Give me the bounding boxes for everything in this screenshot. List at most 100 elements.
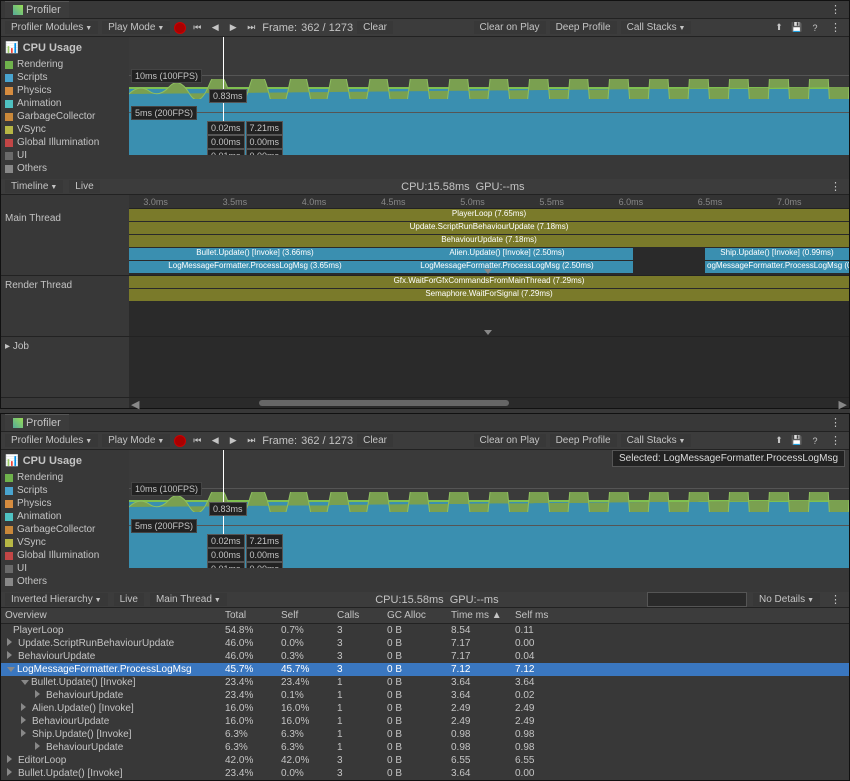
next-frame-end-icon[interactable]: ⏭ (244, 21, 258, 35)
live-button[interactable]: Live (69, 180, 99, 193)
play-mode-dropdown[interactable]: Play Mode (102, 21, 170, 34)
prev-frame-start-icon[interactable]: ⏮ (190, 21, 204, 35)
profiler-tab[interactable]: Profiler (5, 414, 69, 431)
prev-frame-icon[interactable]: ◀ (208, 21, 222, 35)
table-row[interactable]: BehaviourUpdate16.0%16.0%10 B2.492.49 (1, 715, 849, 728)
call-stacks-dropdown[interactable]: Call Stacks (621, 21, 692, 34)
toolbar-menu-icon[interactable]: ⋮ (826, 434, 845, 447)
category-item[interactable]: Animation (5, 510, 125, 523)
timeline-bar[interactable]: LogMessageFormatter.ProcessLogMsg (3.65m… (129, 261, 381, 273)
timeline-bar[interactable]: Update.ScriptRunBehaviourUpdate (7.18ms) (129, 222, 849, 234)
panel-menu-icon[interactable]: ⋮ (826, 3, 845, 16)
expand-down-icon[interactable] (7, 667, 15, 672)
save-icon[interactable]: 💾 (790, 21, 804, 35)
expand-right-icon[interactable] (7, 755, 16, 763)
help-icon[interactable]: ? (808, 21, 822, 35)
category-item[interactable]: UI (5, 562, 125, 575)
record-button[interactable] (174, 22, 186, 34)
category-item[interactable]: VSync (5, 123, 125, 136)
timeline-bar[interactable]: Semaphore.WaitForSignal (7.29ms) (129, 289, 849, 301)
table-row[interactable]: EditorLoop42.0%42.0%30 B6.556.55 (1, 754, 849, 767)
category-item[interactable]: Rendering (5, 58, 125, 71)
timeline-view-dropdown[interactable]: Timeline (5, 180, 63, 193)
deep-profile-button[interactable]: Deep Profile (550, 434, 617, 447)
main-thread-track[interactable]: PlayerLoop (7.65ms)Update.ScriptRunBehav… (129, 209, 849, 275)
timeline-bar[interactable]: Gfx.WaitForGfxCommandsFromMainThread (7.… (129, 276, 849, 288)
search-input[interactable] (647, 592, 747, 607)
category-item[interactable]: Others (5, 162, 125, 175)
timeline-ruler[interactable]: 3.0ms3.5ms4.0ms4.5ms5.0ms5.5ms6.0ms6.5ms… (129, 195, 849, 209)
table-row[interactable]: Update.ScriptRunBehaviourUpdate46.0%0.0%… (1, 637, 849, 650)
hierarchy-menu-icon[interactable]: ⋮ (826, 593, 845, 606)
live-button[interactable]: Live (114, 593, 144, 606)
column-header[interactable]: Self ms (511, 610, 575, 621)
hierarchy-view-dropdown[interactable]: Inverted Hierarchy (5, 593, 108, 606)
panel-menu-icon[interactable]: ⋮ (826, 416, 845, 429)
next-frame-icon[interactable]: ▶ (226, 21, 240, 35)
category-item[interactable]: Scripts (5, 484, 125, 497)
column-header[interactable]: Time ms ▲ (447, 610, 511, 621)
table-row[interactable]: Bullet.Update() [Invoke]23.4%0.0%30 B3.6… (1, 767, 849, 780)
expand-right-icon[interactable] (7, 638, 16, 646)
timeline-bar[interactable]: Bullet.Update() [Invoke] (3.66ms) (129, 248, 381, 260)
category-item[interactable]: Physics (5, 84, 125, 97)
category-item[interactable]: Others (5, 575, 125, 588)
load-icon[interactable]: ⬆ (772, 434, 786, 448)
expand-right-icon[interactable] (21, 716, 30, 724)
category-item[interactable]: Global Illumination (5, 136, 125, 149)
category-item[interactable]: Physics (5, 497, 125, 510)
timeline-hscrollbar[interactable]: ◀ ▶ (129, 398, 849, 408)
prev-frame-start-icon[interactable]: ⏮ (190, 434, 204, 448)
help-icon[interactable]: ? (808, 434, 822, 448)
column-header[interactable]: Calls (333, 610, 383, 621)
table-row[interactable]: Bullet.Update() [Invoke]23.4%23.4%10 B3.… (1, 676, 849, 689)
expand-right-icon[interactable] (7, 651, 16, 659)
call-stacks-dropdown[interactable]: Call Stacks (621, 434, 692, 447)
table-row[interactable]: BehaviourUpdate23.4%0.1%10 B3.640.02 (1, 689, 849, 702)
render-thread-track[interactable]: Gfx.WaitForGfxCommandsFromMainThread (7.… (129, 276, 849, 336)
table-row[interactable]: BehaviourUpdate46.0%0.3%30 B7.170.04 (1, 650, 849, 663)
timeline-bar[interactable]: PlayerLoop (7.65ms) (129, 209, 849, 221)
table-row[interactable]: BehaviourUpdate6.3%6.3%10 B0.980.98 (1, 741, 849, 754)
column-header[interactable]: GC Alloc (383, 610, 447, 621)
expand-icon[interactable] (484, 330, 492, 335)
job-track[interactable] (129, 337, 849, 397)
category-item[interactable]: Global Illumination (5, 549, 125, 562)
record-button[interactable] (174, 435, 186, 447)
load-icon[interactable]: ⬆ (772, 21, 786, 35)
cpu-chart[interactable]: 10ms (100FPS) 5ms (200FPS) 0.83ms 0.02ms… (129, 450, 849, 568)
cpu-chart[interactable]: 10ms (100FPS) 5ms (200FPS) 0.83ms 0.02ms… (129, 37, 849, 155)
category-item[interactable]: GarbageCollector (5, 110, 125, 123)
profiler-modules-dropdown[interactable]: Profiler Modules (5, 434, 98, 447)
expand-right-icon[interactable] (21, 729, 30, 737)
table-row[interactable]: LogMessageFormatter.ProcessLogMsg45.7%45… (1, 663, 849, 676)
clear-button[interactable]: Clear (357, 434, 393, 447)
expand-down-icon[interactable] (21, 680, 29, 685)
clear-on-play-button[interactable]: Clear on Play (474, 434, 546, 447)
table-row[interactable]: Ship.Update() [Invoke]6.3%6.3%10 B0.980.… (1, 728, 849, 741)
timeline-bar[interactable]: Ship.Update() [Invoke] (0.99ms) (705, 248, 849, 260)
expand-right-icon[interactable] (7, 768, 16, 776)
clear-on-play-button[interactable]: Clear on Play (474, 21, 546, 34)
toolbar-menu-icon[interactable]: ⋮ (826, 21, 845, 34)
save-icon[interactable]: 💾 (790, 434, 804, 448)
category-item[interactable]: Scripts (5, 71, 125, 84)
expand-right-icon[interactable] (35, 690, 44, 698)
timeline-menu-icon[interactable]: ⋮ (826, 180, 845, 193)
prev-frame-icon[interactable]: ◀ (208, 434, 222, 448)
table-row[interactable]: PlayerLoop54.8%0.7%30 B8.540.11 (1, 624, 849, 637)
next-frame-end-icon[interactable]: ⏭ (244, 434, 258, 448)
deep-profile-button[interactable]: Deep Profile (550, 21, 617, 34)
expand-icon[interactable] (484, 269, 492, 274)
timeline-bar[interactable]: ogMessageFormatter.ProcessLogMsg (0.98m (705, 261, 849, 273)
timeline-bar[interactable]: Alien.Update() [Invoke] (2.50ms) (381, 248, 633, 260)
expand-right-icon[interactable] (21, 703, 30, 711)
profiler-modules-dropdown[interactable]: Profiler Modules (5, 21, 98, 34)
thread-dropdown[interactable]: Main Thread (150, 593, 227, 606)
clear-button[interactable]: Clear (357, 21, 393, 34)
play-mode-dropdown[interactable]: Play Mode (102, 434, 170, 447)
column-header[interactable]: Self (277, 610, 333, 621)
details-dropdown[interactable]: No Details (753, 593, 820, 606)
expand-right-icon[interactable] (35, 742, 44, 750)
timeline-bar[interactable]: BehaviourUpdate (7.18ms) (129, 235, 849, 247)
